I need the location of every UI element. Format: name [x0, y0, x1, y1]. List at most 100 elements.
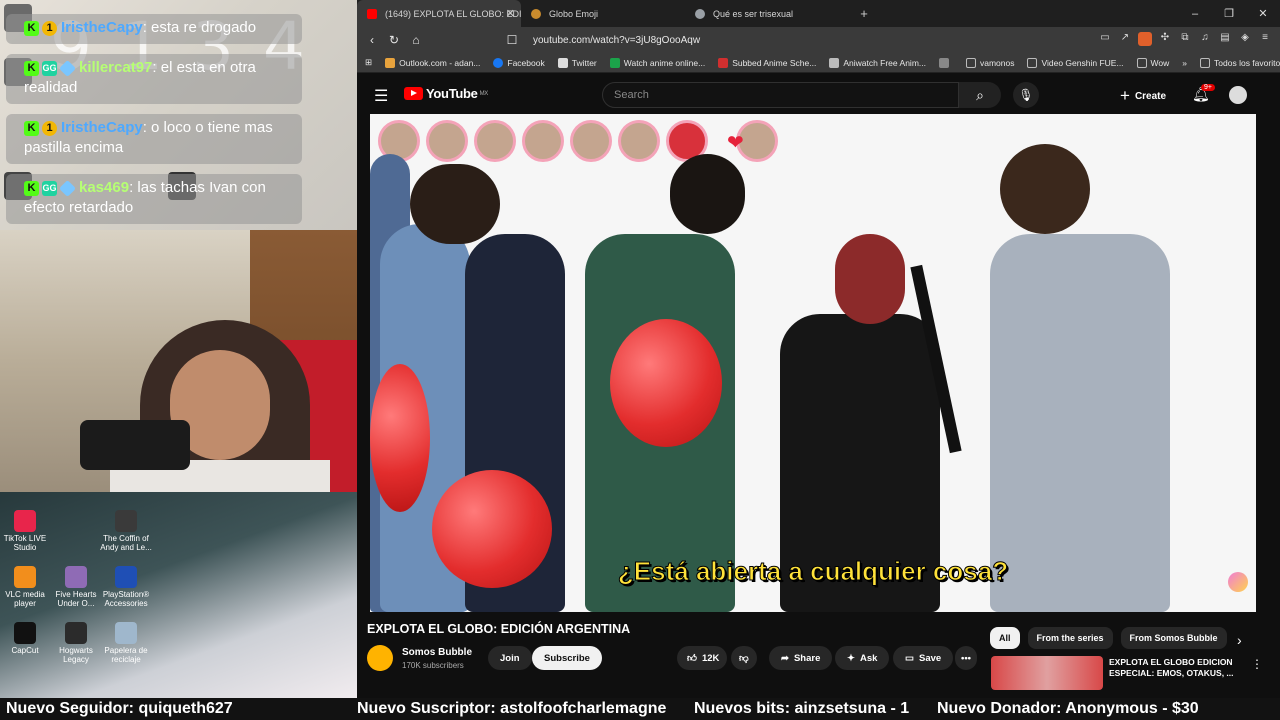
- install-icon[interactable]: ▭: [1098, 32, 1112, 46]
- new-tab-button[interactable]: +: [849, 6, 879, 21]
- tab-youtube[interactable]: (1649) EXPLOTA EL GLOBO: EDI ✕: [357, 0, 521, 27]
- participant-face: [570, 120, 612, 162]
- bookmark-item[interactable]: [938, 57, 953, 68]
- video-subtitle: ¿Está abierta a cualquier cosa?: [617, 556, 1009, 587]
- tiktok-live-icon[interactable]: [14, 510, 36, 532]
- more-bookmarks-icon[interactable]: »: [1182, 58, 1187, 68]
- save-button[interactable]: ▭ Save: [893, 646, 954, 670]
- bookmark-folder[interactable]: vamonos: [965, 57, 1015, 68]
- extension-icon[interactable]: ✣: [1158, 32, 1172, 46]
- close-window-icon[interactable]: ✕: [1246, 7, 1280, 20]
- maximize-icon[interactable]: ❐: [1212, 7, 1246, 20]
- bookmark-item[interactable]: Subbed Anime Sche...: [718, 57, 816, 68]
- recommended-thumbnail[interactable]: [991, 656, 1103, 690]
- avatar[interactable]: [1229, 86, 1247, 104]
- media-icon[interactable]: ♫: [1198, 32, 1212, 46]
- game-five-hearts-icon[interactable]: [65, 566, 87, 588]
- back-icon[interactable]: ‹: [361, 33, 383, 47]
- sidebar-icon[interactable]: ▤: [1218, 32, 1232, 46]
- share-button[interactable]: ➦ Share: [769, 646, 833, 670]
- reload-icon[interactable]: ↻: [383, 33, 405, 47]
- desktop-icon-label: PlayStation® Accessories: [102, 590, 150, 608]
- share-label: Share: [793, 652, 821, 664]
- dislike-button[interactable]: 👎︎: [731, 646, 757, 670]
- folder-icon: [1200, 57, 1211, 68]
- share-arrow-icon: ➦: [781, 652, 789, 664]
- chat-badges: K1: [24, 20, 57, 36]
- channel-avatar[interactable]: [367, 645, 393, 671]
- bookmark-item[interactable]: Aniwatch Free Anim...: [829, 57, 926, 68]
- voice-search-icon[interactable]: 🎙︎: [1013, 82, 1039, 108]
- bookmark-label: vamonos: [979, 57, 1015, 68]
- wallet-icon[interactable]: ◈: [1238, 32, 1252, 46]
- more-actions-icon[interactable]: •••: [955, 646, 977, 670]
- bookmark-label: Todos los favoritos: [1214, 57, 1280, 68]
- join-button[interactable]: Join: [488, 646, 532, 670]
- anime-site-icon: [609, 57, 620, 68]
- ask-button[interactable]: ✦ Ask: [835, 646, 890, 670]
- capcut-icon[interactable]: [14, 622, 36, 644]
- recommended-title[interactable]: EXPLOTA EL GLOBO EDICION ESPECIAL: EMOS,…: [1109, 657, 1239, 679]
- globe-favicon-icon: [531, 9, 541, 19]
- tab-trisexual[interactable]: Qué es ser trisexual: [685, 0, 849, 27]
- youtube-logo[interactable]: YouTube MX: [404, 86, 488, 101]
- recommendation-filters: All From the series From Somos Bubble: [990, 627, 1227, 649]
- vlc-icon[interactable]: [14, 566, 36, 588]
- chat-username: killercat97: [79, 59, 153, 76]
- outlook-icon: [385, 57, 396, 68]
- address-bar: ‹ ↻ ⌂ ☐ youtube.com/watch?v=3jU8gOooAqw …: [357, 27, 1280, 53]
- hogwarts-icon[interactable]: [65, 622, 87, 644]
- url-field[interactable]: youtube.com/watch?v=3jU8gOooAqw: [533, 35, 700, 46]
- hamburger-menu-icon[interactable]: ☰: [374, 86, 388, 106]
- toolbar-icons: ▭ ↗ ✣ ⧉ ♫ ▤ ◈ ≡: [1098, 32, 1272, 46]
- channel-name[interactable]: Somos Bubble: [402, 647, 472, 658]
- bookmark-label: Twitter: [571, 57, 597, 68]
- bookmark-item[interactable]: Facebook: [493, 57, 545, 68]
- share-icon[interactable]: ↗: [1118, 32, 1132, 46]
- apps-icon[interactable]: ⊞: [365, 57, 372, 68]
- chat-username: IristheCapy: [61, 19, 143, 36]
- create-button[interactable]: + Create: [1120, 86, 1166, 106]
- minimize-icon[interactable]: –: [1178, 8, 1212, 20]
- desktop-icon-label: The Coffin of Andy and Le...: [100, 534, 152, 552]
- bookmark-label: Watch anime online...: [623, 57, 706, 68]
- recommended-more-icon[interactable]: ⋮: [1251, 657, 1263, 671]
- menu-icon[interactable]: ≡: [1258, 32, 1272, 46]
- search-input[interactable]: Search: [602, 82, 959, 108]
- close-tab-icon[interactable]: ✕: [506, 7, 515, 20]
- bookmark-folder[interactable]: Todos los favoritos: [1200, 57, 1280, 68]
- bookmark-item[interactable]: Watch anime online...: [609, 57, 706, 68]
- bookmark-folder[interactable]: Wow: [1136, 57, 1170, 68]
- extensions-icon[interactable]: ⧉: [1178, 32, 1192, 46]
- subscribe-button[interactable]: Subscribe: [532, 646, 602, 670]
- thumbs-down-icon: 👎︎: [739, 653, 749, 664]
- channel-watermark-icon[interactable]: [1228, 572, 1248, 592]
- home-icon[interactable]: ⌂: [405, 33, 427, 47]
- tab-globo-emoji[interactable]: Globo Emoji: [521, 0, 685, 27]
- chip-all[interactable]: All: [990, 627, 1020, 649]
- chip-from-channel[interactable]: From Somos Bubble: [1120, 627, 1227, 649]
- chip-from-series[interactable]: From the series: [1027, 627, 1113, 649]
- bookmark-label: Wow: [1150, 57, 1170, 68]
- gift-badge-icon: GG: [42, 180, 57, 196]
- bookmark-item[interactable]: Twitter: [557, 57, 597, 68]
- video-player[interactable]: ❤ ¿Está abierta a cualquier cosa?: [370, 114, 1256, 612]
- diamond-badge-icon: [59, 59, 76, 77]
- like-button[interactable]: 👍︎ 12K: [677, 646, 728, 670]
- brave-shield-icon[interactable]: [1138, 32, 1152, 46]
- game-coffin-icon[interactable]: [115, 510, 137, 532]
- chat-message: K GG killercat97: el esta en otra realidad: [6, 54, 302, 104]
- playstation-icon[interactable]: [115, 566, 137, 588]
- bookmark-item[interactable]: Outlook.com - adan...: [385, 57, 481, 68]
- chevron-right-icon[interactable]: ›: [1237, 632, 1242, 648]
- bookmark-label: Outlook.com - adan...: [399, 57, 481, 68]
- bookmark-folder[interactable]: Video Genshin FUE...: [1027, 57, 1124, 68]
- bookmark-page-icon[interactable]: ☐: [501, 33, 523, 47]
- diamond-badge-icon: [59, 179, 76, 197]
- ticker-subscriber: Nuevo Suscriptor: astolfoofcharlemagne: [357, 700, 667, 717]
- search-icon[interactable]: ⌕: [959, 82, 1001, 108]
- browser-window: (1649) EXPLOTA EL GLOBO: EDI ✕ Globo Emo…: [357, 0, 1280, 698]
- subbed-anime-icon: [718, 57, 729, 68]
- recycle-bin-icon[interactable]: [115, 622, 137, 644]
- thumbs-up-icon: 👍︎: [687, 653, 697, 664]
